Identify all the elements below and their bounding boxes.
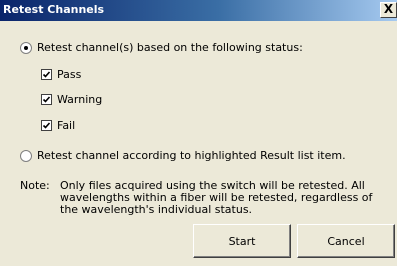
radio-retest-highlighted[interactable]: Retest channel according to highlighted … <box>20 149 346 162</box>
title-bar: Retest Channels X <box>0 0 397 21</box>
start-button[interactable]: Start <box>193 224 291 258</box>
checkbox-box[interactable] <box>41 69 52 80</box>
note-text: Only files acquired using the switch wil… <box>60 179 373 216</box>
radio-indicator[interactable] <box>20 41 32 54</box>
checkbox-label: Fail <box>57 119 76 132</box>
radio-indicator[interactable] <box>20 149 32 162</box>
window-title: Retest Channels <box>3 3 105 16</box>
checkbox-box[interactable] <box>41 94 52 105</box>
checkmark-icon <box>42 71 51 78</box>
checkbox-box[interactable] <box>41 120 52 131</box>
checkbox-fail[interactable]: Fail <box>41 119 75 132</box>
radio-label: Retest channel according to highlighted … <box>37 149 346 162</box>
checkbox-pass[interactable]: Pass <box>41 68 81 81</box>
close-icon: X <box>383 2 394 16</box>
checkmark-icon <box>42 96 51 103</box>
checkmark-icon <box>42 122 51 129</box>
cancel-button[interactable]: Cancel <box>297 224 395 258</box>
checkbox-label: Warning <box>57 93 103 106</box>
checkbox-label: Pass <box>57 68 82 81</box>
radio-retest-by-status[interactable]: Retest channel(s) based on the following… <box>20 41 303 54</box>
checkbox-warning[interactable]: Warning <box>41 93 102 106</box>
close-button[interactable]: X <box>380 2 397 18</box>
note-label: Note: <box>20 179 50 192</box>
radio-label: Retest channel(s) based on the following… <box>37 41 303 54</box>
